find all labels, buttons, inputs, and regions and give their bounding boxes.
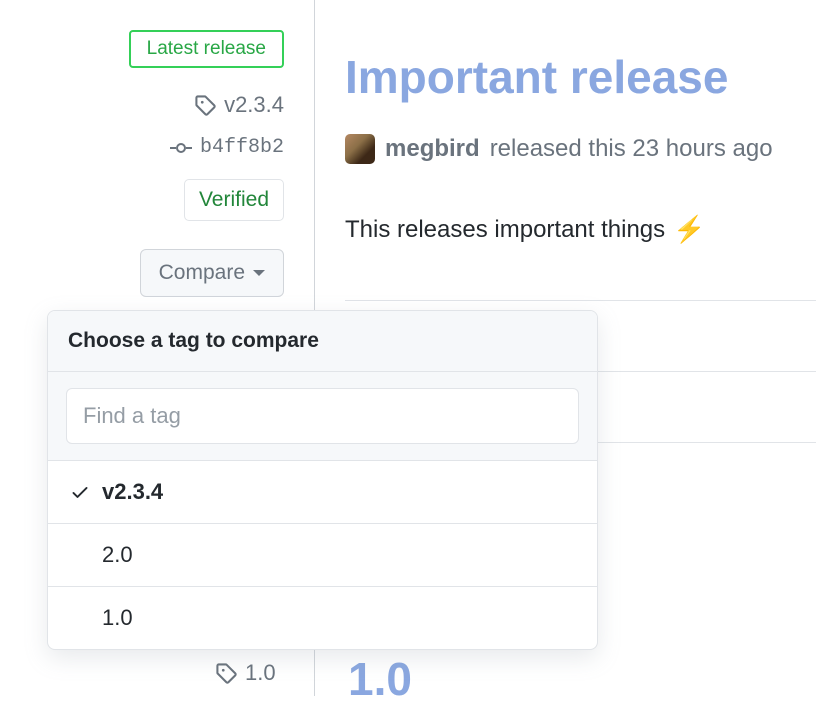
commit-icon bbox=[170, 140, 192, 156]
release-body-text: This releases important things bbox=[345, 216, 665, 244]
commit-row[interactable]: b4ff8b2 bbox=[170, 136, 284, 159]
lightning-icon: ⚡ bbox=[673, 214, 705, 245]
compare-label: Compare bbox=[159, 261, 245, 285]
tag-icon bbox=[194, 94, 216, 116]
compare-button[interactable]: Compare bbox=[140, 249, 284, 297]
released-time: released this 23 hours ago bbox=[490, 135, 773, 163]
popover-title: Choose a tag to compare bbox=[48, 311, 597, 372]
popover-item-label: v2.3.4 bbox=[102, 479, 163, 505]
avatar[interactable] bbox=[345, 134, 375, 164]
author-link[interactable]: megbird bbox=[385, 135, 480, 163]
release-body: This releases important things ⚡ bbox=[345, 214, 816, 245]
tag-name: v2.3.4 bbox=[224, 92, 284, 118]
next-tag-name: 1.0 bbox=[245, 660, 276, 686]
popover-item[interactable]: 1.0 bbox=[48, 587, 597, 649]
caret-down-icon bbox=[253, 269, 265, 277]
popover-item[interactable]: 2.0 bbox=[48, 524, 597, 587]
popover-filter-wrap bbox=[48, 372, 597, 461]
tag-row[interactable]: v2.3.4 bbox=[194, 92, 284, 118]
popover-item[interactable]: v2.3.4 bbox=[48, 461, 597, 524]
popover-item-label: 1.0 bbox=[102, 605, 133, 631]
tag-filter-input[interactable] bbox=[66, 388, 579, 444]
author-row: megbird released this 23 hours ago bbox=[345, 134, 816, 164]
next-release-title[interactable]: 1.0 bbox=[348, 652, 412, 706]
verified-badge[interactable]: Verified bbox=[184, 179, 284, 221]
latest-release-badge: Latest release bbox=[129, 30, 284, 68]
check-icon bbox=[70, 482, 90, 502]
next-tag-row[interactable]: 1.0 bbox=[215, 660, 276, 686]
compare-popover: Choose a tag to compare v2.3.4 2.0 1.0 bbox=[47, 310, 598, 650]
release-title[interactable]: Important release bbox=[345, 50, 816, 104]
tag-icon bbox=[215, 662, 237, 684]
commit-sha: b4ff8b2 bbox=[200, 136, 284, 159]
popover-item-label: 2.0 bbox=[102, 542, 133, 568]
